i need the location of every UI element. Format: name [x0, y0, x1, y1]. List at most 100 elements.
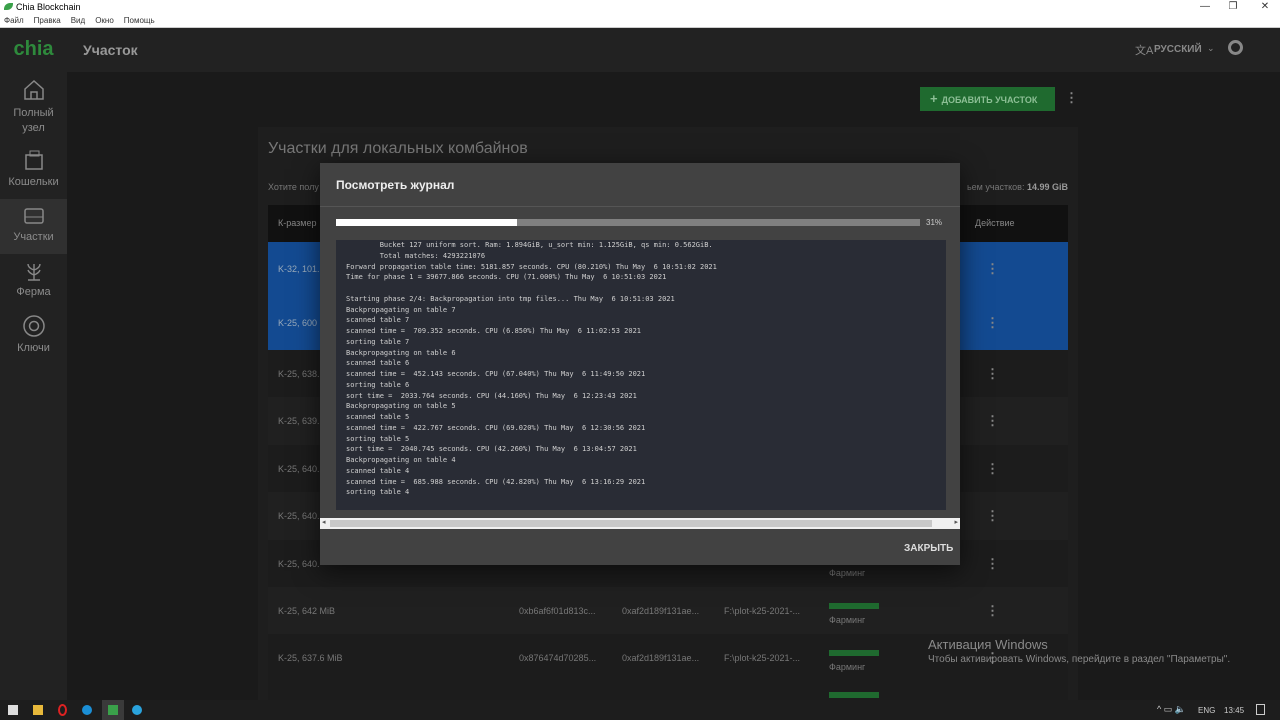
plot-status: Фарминг — [829, 615, 866, 625]
plot-size: K-25, 637.6 MiB — [278, 653, 343, 663]
translate-icon: 文A — [1135, 45, 1154, 57]
chevron-down-icon: ⌄ — [1207, 43, 1215, 53]
windows-activation-watermark: Активация Windows Чтобы активировать Win… — [928, 637, 1231, 665]
sidebar-item-full-node[interactable]: Полный узел — [0, 78, 67, 140]
log-line: sorting table 6 — [346, 380, 410, 389]
plot-public-key: 0xb6af6f01d813c... — [519, 606, 596, 616]
pool-public-key: 0xaf2d189f131ae... — [622, 606, 700, 616]
restore-button[interactable]: ❐ — [1223, 0, 1243, 14]
chia-logo[interactable]: chia — [0, 28, 67, 72]
row-actions-button[interactable]: ⋮ — [986, 603, 999, 619]
menu-help[interactable]: Помощь — [124, 16, 155, 25]
log-line: sorting table 4 — [346, 488, 410, 497]
row-actions-button[interactable]: ⋮ — [986, 261, 999, 277]
menu-bar: Файл Правка Вид Окно Помощь — [0, 14, 1280, 28]
card-title: Участки для локальных комбайнов — [268, 140, 528, 157]
plot-size: K-25, 638. — [278, 369, 320, 379]
app-leaf-icon — [4, 3, 13, 10]
opera-icon[interactable] — [58, 704, 67, 716]
progress-bar — [336, 219, 920, 226]
log-line: scanned table 6 — [346, 359, 410, 368]
scrollbar-thumb[interactable] — [330, 520, 932, 527]
log-line: scanned time = 422.767 seconds. CPU (69.… — [346, 423, 646, 432]
plot-filename: F:\plot-k25-2021-... — [724, 653, 801, 663]
log-line: Backpropagating on table 6 — [346, 348, 456, 357]
horizontal-scrollbar[interactable]: ◂ ▸ — [320, 518, 960, 529]
window-title: Chia Blockchain — [16, 2, 81, 12]
progress-label: 31% — [926, 218, 943, 227]
telegram-icon[interactable] — [132, 705, 142, 715]
language-select[interactable]: РУССКИЙ — [1154, 44, 1202, 55]
log-line: scanned table 5 — [346, 413, 410, 421]
log-line: scanned table 4 — [346, 466, 410, 475]
total-size-text: ьем участков: 14.99 GiB — [966, 182, 1068, 192]
col-size-header[interactable]: К-размер — [278, 218, 316, 228]
view-log-dialog: Посмотреть журнал 31% Bucket 127 uniform… — [320, 163, 960, 565]
log-line: Backpropagating on table 4 — [346, 456, 456, 464]
close-dialog-button[interactable]: ЗАКРЫТЬ — [904, 543, 953, 554]
menu-edit[interactable]: Правка — [34, 16, 61, 25]
plot-size: K-32, 101. — [278, 264, 320, 274]
home-icon — [23, 79, 44, 100]
plant-icon — [26, 263, 41, 281]
plot-status: Фарминг — [829, 568, 866, 578]
plot-filename: F:\plot-k25-2021-... — [724, 606, 801, 616]
log-line: scanned time = 709.352 seconds. CPU (6.8… — [346, 327, 642, 335]
more-options-button[interactable]: ⋮ — [1065, 90, 1078, 106]
table-row[interactable] — [268, 682, 1068, 700]
plot-size: K-25, 640. — [278, 511, 320, 521]
log-line: Starting phase 2/4: Backpropagation into… — [346, 294, 675, 303]
plus-icon: + — [930, 91, 938, 106]
table-row[interactable]: K-25, 642 MiB 0xb6af6f01d813c... 0xaf2d189… — [268, 587, 1068, 634]
log-line: scanned time = 685.988 seconds. CPU (42.… — [346, 477, 646, 486]
menu-file[interactable]: Файл — [4, 16, 24, 25]
page-title: Участок — [83, 42, 138, 58]
settings-gear-icon[interactable] — [1228, 40, 1243, 55]
close-window-button[interactable]: ✕ — [1255, 0, 1275, 14]
log-line: sorting table 5 — [346, 434, 410, 443]
tray-icons[interactable]: ^ ▭ 🔈 — [1157, 704, 1186, 715]
lifebuoy-icon — [22, 315, 45, 337]
window-titlebar: Chia Blockchain — ❐ ✕ — [0, 0, 1280, 14]
row-actions-button[interactable]: ⋮ — [986, 461, 999, 477]
row-actions-button[interactable]: ⋮ — [986, 413, 999, 429]
log-line: scanned table 7 — [346, 316, 410, 325]
log-line: Time for phase 1 = 39677.866 seconds. CP… — [346, 273, 667, 282]
col-action-header: Действие — [975, 218, 1015, 228]
plot-size: K-25, 639. — [278, 416, 320, 426]
row-actions-button[interactable]: ⋮ — [986, 508, 999, 524]
log-line: Bucket 127 uniform sort. Ram: 1.894GiB, … — [346, 241, 713, 249]
sidebar-item-wallets[interactable]: Кошельки — [0, 148, 67, 198]
row-actions-button[interactable]: ⋮ — [986, 556, 999, 572]
menu-view[interactable]: Вид — [71, 16, 85, 25]
notifications-icon[interactable] — [1256, 704, 1265, 715]
log-line: scanned time = 452.143 seconds. CPU (67.… — [346, 370, 646, 378]
log-line: Backpropagating on table 7 — [346, 305, 456, 314]
menu-window[interactable]: Окно — [95, 16, 114, 25]
sidebar-item-farm[interactable]: Ферма — [0, 258, 67, 308]
plot-size: K-25, 640. — [278, 559, 320, 569]
log-output: Bucket 127 uniform sort. Ram: 1.894GiB, … — [336, 240, 946, 510]
minimize-button[interactable]: — — [1195, 0, 1215, 14]
sidebar-item-plots[interactable]: Участки — [0, 199, 67, 254]
log-line: sort time = 2040.745 seconds. CPU (42.26… — [346, 445, 637, 454]
clock[interactable]: 13:45 — [1224, 706, 1244, 715]
edge-icon[interactable] — [82, 705, 92, 715]
add-plot-button[interactable]: + ДОБАВИТЬ УЧАСТОК — [920, 87, 1055, 111]
input-language[interactable]: ENG — [1198, 706, 1215, 715]
log-line: Backpropagating on table 5 — [346, 402, 456, 411]
hard-drive-icon — [23, 208, 44, 224]
status-bar — [829, 650, 879, 656]
scroll-right-arrow[interactable]: ▸ — [954, 518, 958, 526]
plot-status: Фарминг — [829, 662, 866, 672]
plot-size: K-25, 642 MiB — [278, 606, 336, 616]
windows-start-icon[interactable] — [8, 705, 18, 715]
scroll-left-arrow[interactable]: ◂ — [322, 518, 326, 526]
log-line: Forward propagation table time: 5181.857… — [346, 262, 717, 271]
chia-taskbar-icon[interactable] — [102, 700, 124, 720]
row-actions-button[interactable]: ⋮ — [986, 366, 999, 382]
status-bar — [829, 603, 879, 609]
file-explorer-icon[interactable] — [33, 705, 43, 715]
row-actions-button[interactable]: ⋮ — [986, 315, 999, 331]
sidebar-item-keys[interactable]: Ключи — [0, 314, 67, 364]
